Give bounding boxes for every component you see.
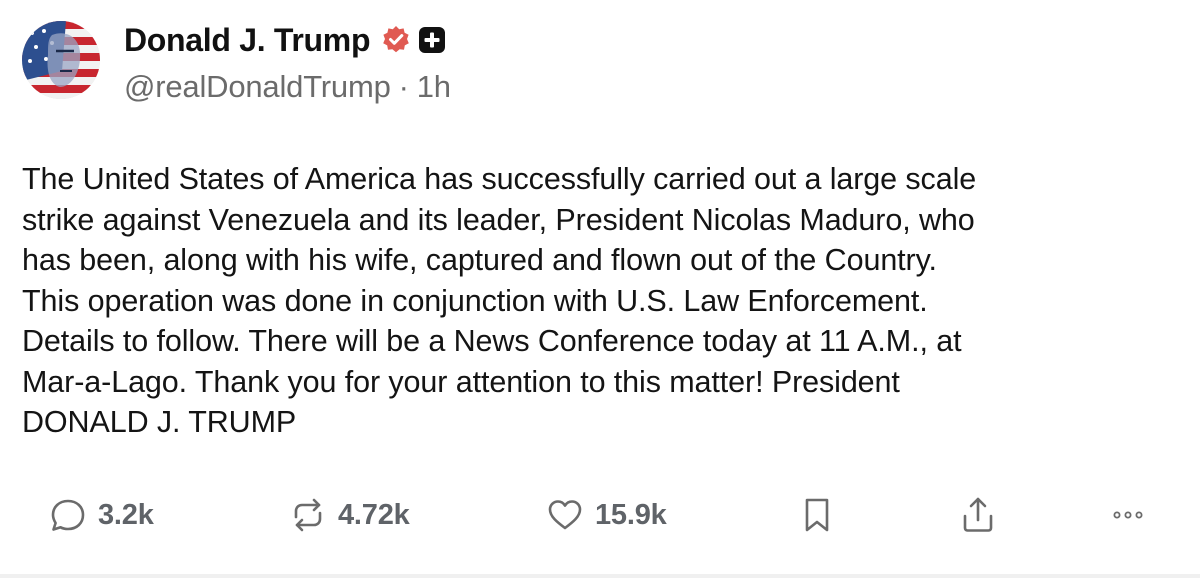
- bookmark-icon: [797, 495, 837, 535]
- post-divider: [0, 574, 1200, 578]
- author-display-name[interactable]: Donald J. Trump: [124, 22, 371, 59]
- reply-count: 3.2k: [98, 498, 154, 531]
- author-meta-row: @realDonaldTrump · 1h: [124, 67, 451, 107]
- meta-separator: ·: [398, 69, 409, 104]
- repost-icon: [288, 495, 328, 535]
- action-bar: 3.2k 4.72k 15.9k: [0, 490, 1200, 540]
- more-icon: [1108, 495, 1148, 535]
- share-icon: [958, 495, 998, 535]
- bookmark-button[interactable]: [797, 490, 837, 540]
- reply-icon: [48, 495, 88, 535]
- avatar-image: [22, 21, 100, 99]
- share-button[interactable]: [958, 490, 998, 540]
- reply-button[interactable]: 3.2k: [48, 490, 154, 540]
- plus-badge-icon: [419, 27, 446, 53]
- repost-button[interactable]: 4.72k: [288, 490, 410, 540]
- post-timestamp[interactable]: 1h: [417, 69, 451, 105]
- heart-icon: [545, 495, 585, 535]
- post-card: Donald J. Trump @realDonaldTrump · 1h Th…: [0, 0, 1200, 578]
- post-body-text: The United States of America has success…: [22, 162, 977, 439]
- avatar[interactable]: [22, 21, 100, 99]
- more-options-button[interactable]: [1108, 490, 1148, 540]
- like-button[interactable]: 15.9k: [545, 490, 667, 540]
- repost-count: 4.72k: [338, 498, 410, 531]
- verified-badge-icon: [381, 25, 411, 55]
- author-name-row: Donald J. Trump: [124, 18, 446, 62]
- author-handle[interactable]: @realDonaldTrump: [124, 69, 391, 105]
- like-count: 15.9k: [595, 498, 667, 531]
